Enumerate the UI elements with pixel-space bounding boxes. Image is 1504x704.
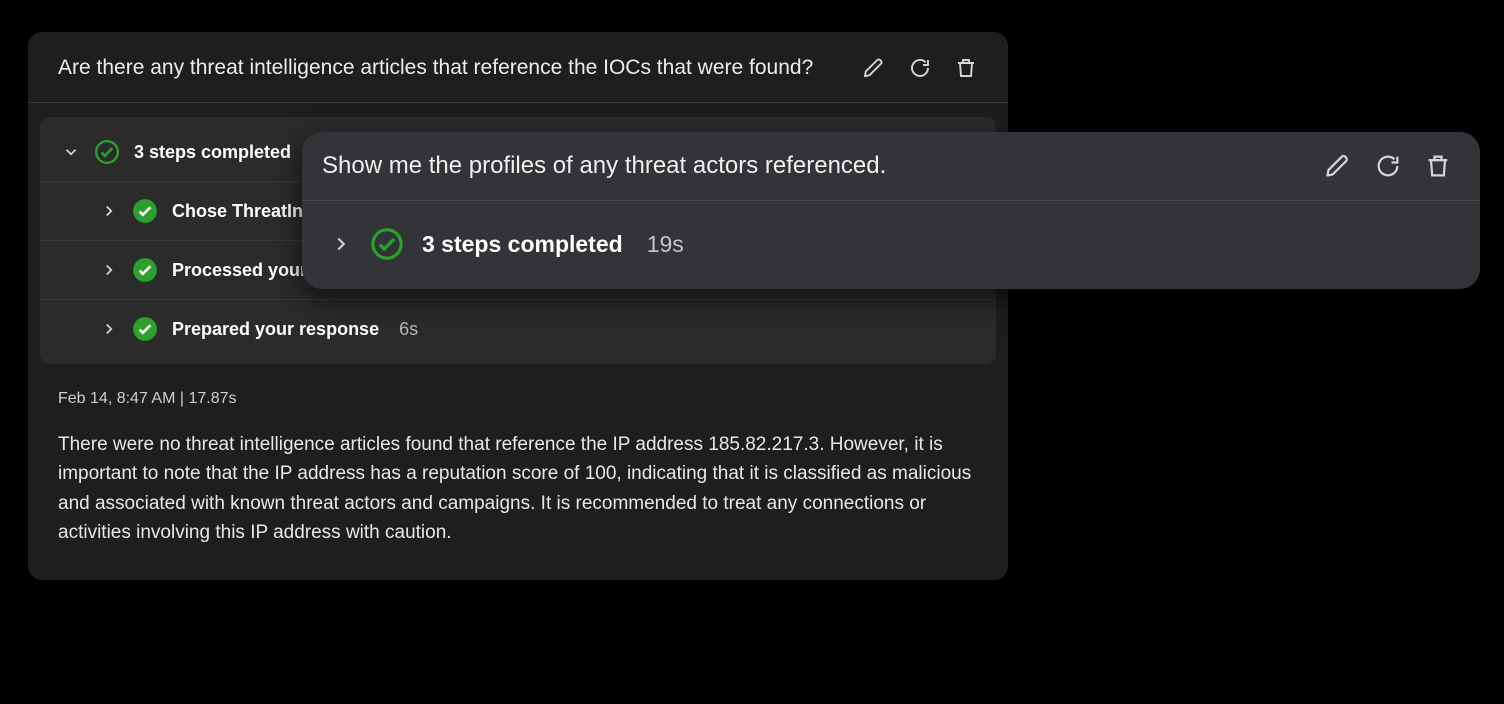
steps-summary-label: 3 steps completed [134,142,291,163]
prompt-card-1: Are there any threat intelligence articl… [28,32,1008,580]
prompt-card-2: Show me the profiles of any threat actor… [302,132,1480,289]
steps-summary-label: 3 steps completed [422,231,623,258]
edit-icon[interactable] [1324,152,1352,180]
delete-icon[interactable] [1424,152,1452,180]
card1-step-3[interactable]: Prepared your response 6s [40,300,996,358]
check-icon [132,198,158,224]
chevron-right-icon [100,202,118,220]
card1-actions [862,56,978,80]
card1-body: There were no threat intelligence articl… [28,418,1008,556]
step-label: Prepared your response [172,319,379,340]
chevron-right-icon [100,320,118,338]
card2-prompt-text: Show me the profiles of any threat actor… [322,152,886,180]
chevron-down-icon [62,143,80,161]
refresh-icon[interactable] [908,56,932,80]
steps-summary-time: 19s [647,231,684,258]
delete-icon[interactable] [954,56,978,80]
edit-icon[interactable] [862,56,886,80]
stage: Are there any threat intelligence articl… [0,0,1504,704]
refresh-icon[interactable] [1374,152,1402,180]
card1-header: Are there any threat intelligence articl… [28,32,1008,103]
check-icon [370,227,404,261]
chevron-right-icon [100,261,118,279]
chevron-right-icon [330,233,352,255]
card2-steps-summary[interactable]: 3 steps completed 19s [302,201,1480,289]
check-icon [132,257,158,283]
card1-prompt-text: Are there any threat intelligence articl… [58,56,813,80]
card2-header: Show me the profiles of any threat actor… [302,132,1480,201]
card2-actions [1324,152,1452,180]
check-icon [132,316,158,342]
card1-meta: Feb 14, 8:47 AM | 17.87s [28,364,1008,418]
check-icon [94,139,120,165]
step-time: 6s [399,319,418,340]
